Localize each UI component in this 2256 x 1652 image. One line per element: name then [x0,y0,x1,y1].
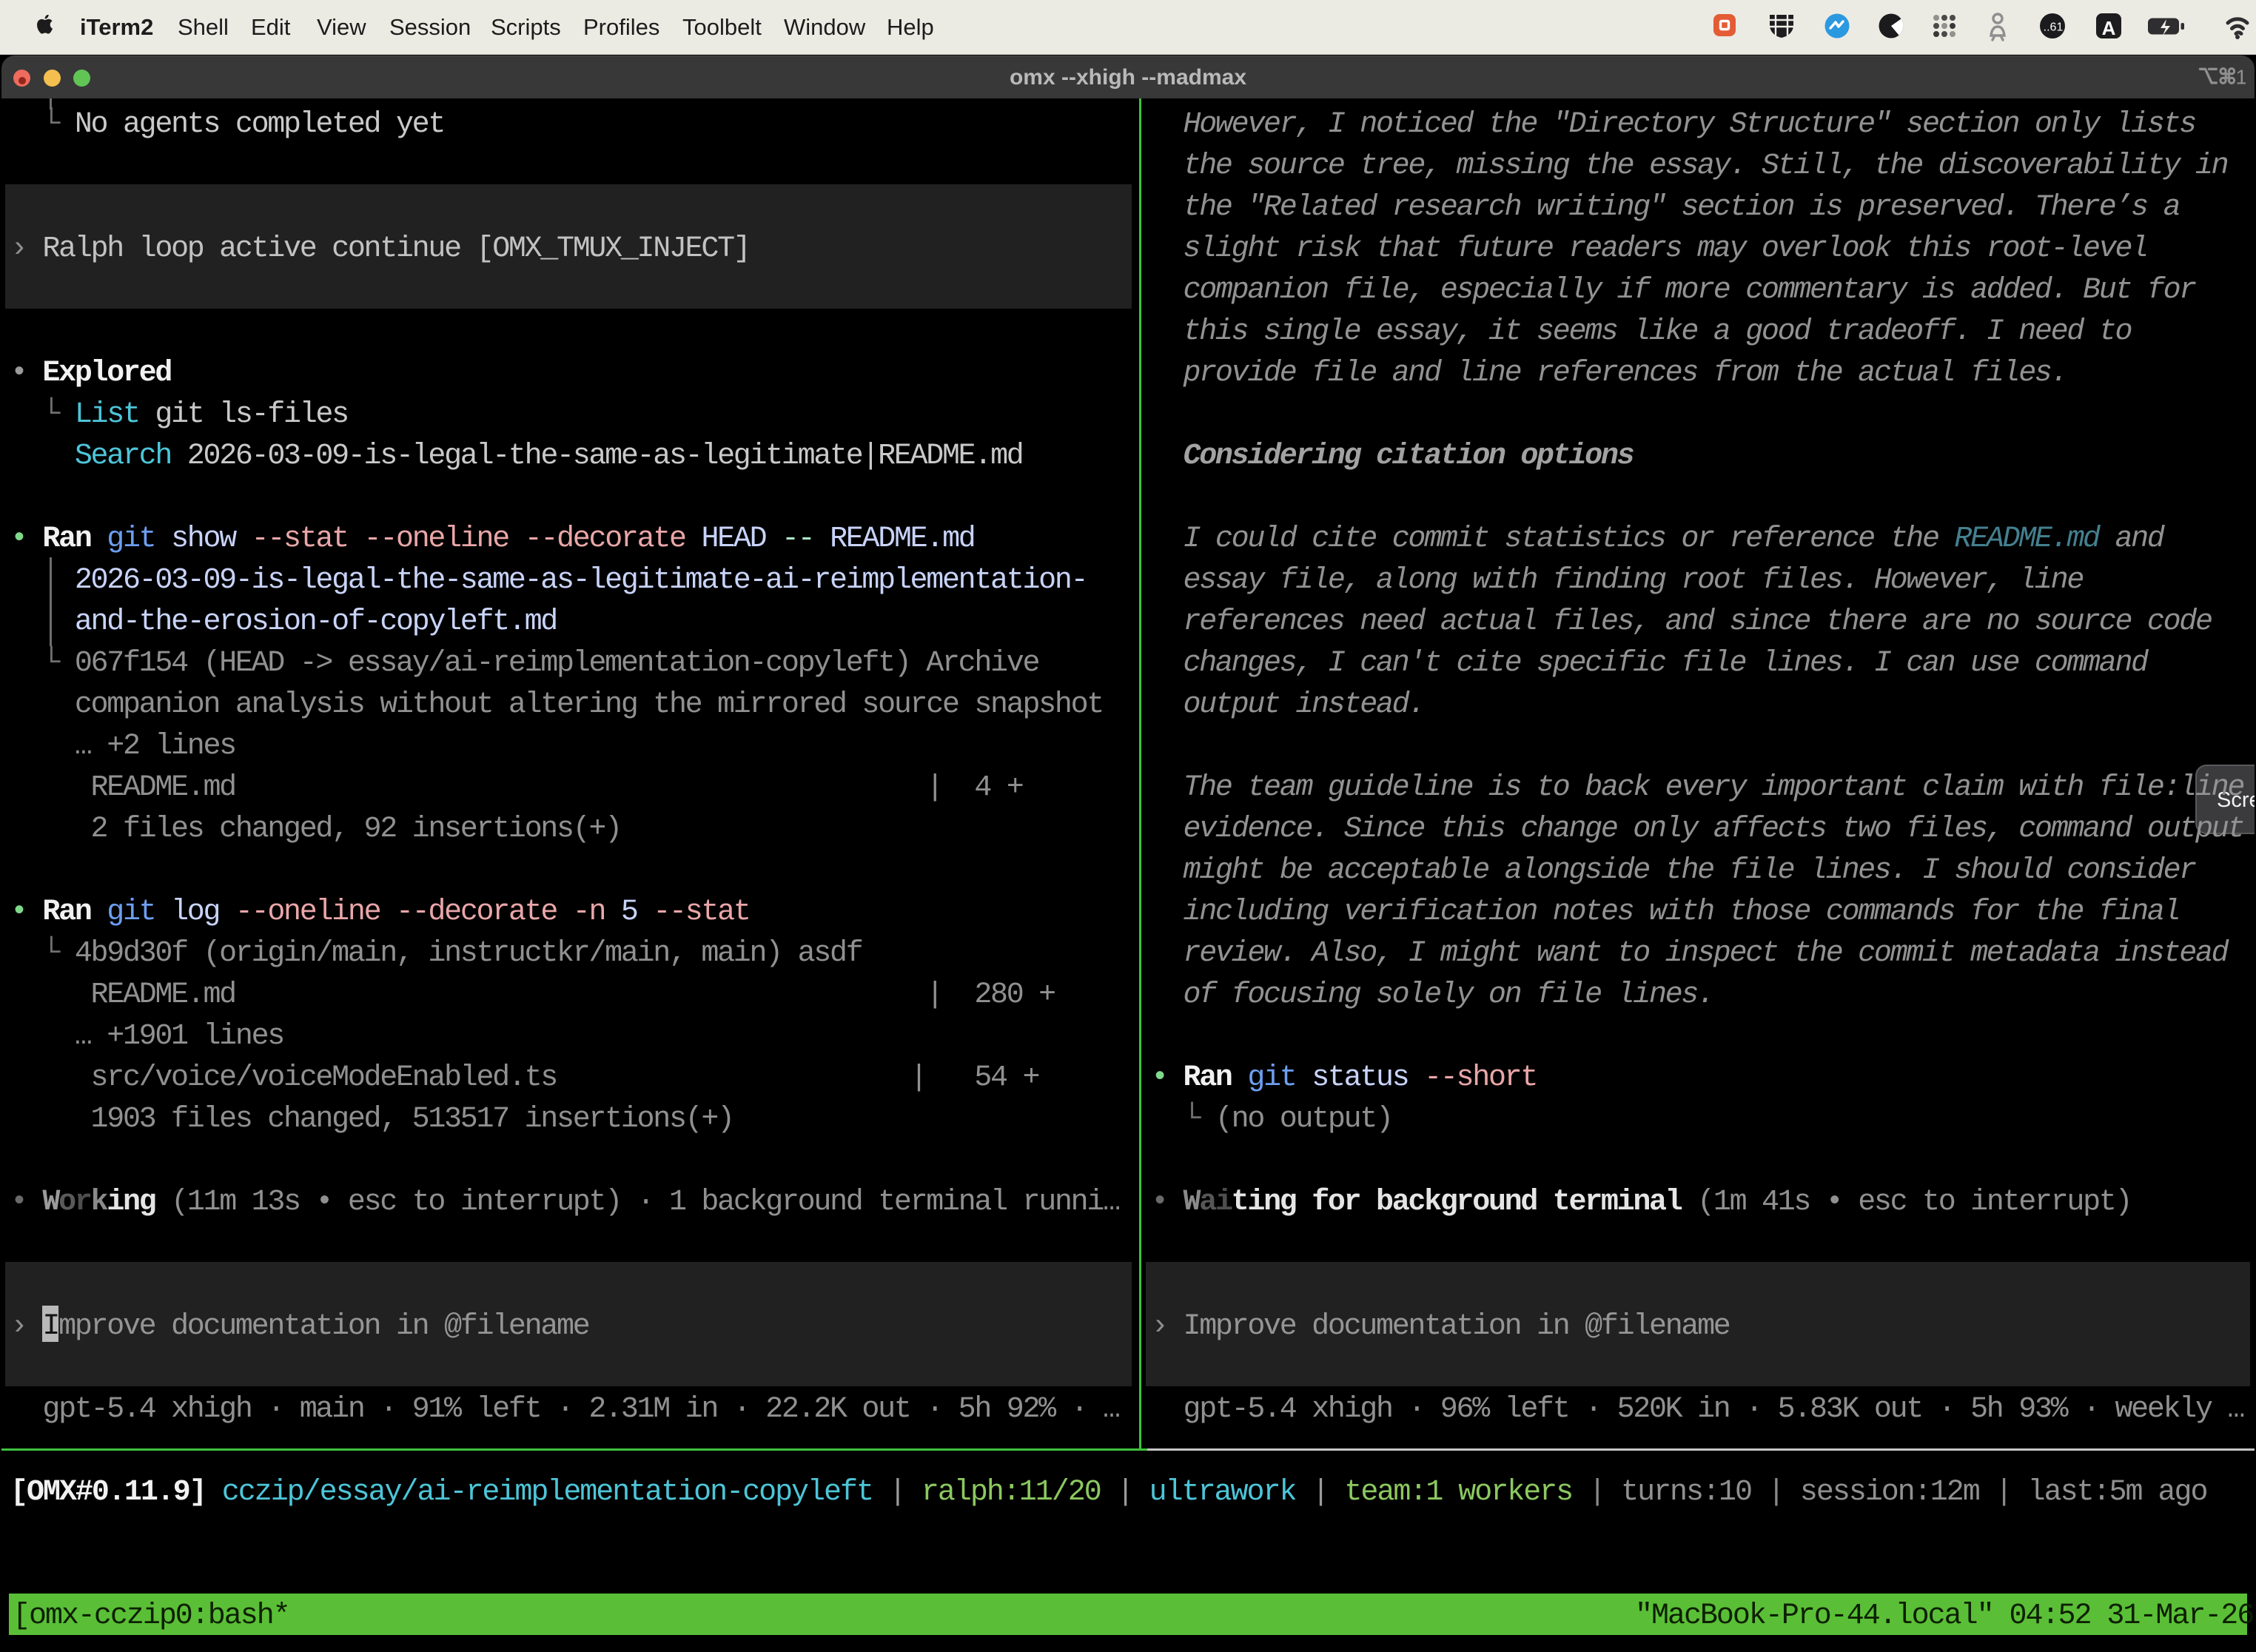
svg-text:1: 1 [2236,67,2246,87]
svg-text:A: A [2102,17,2116,39]
svg-text:..61: ..61 [2044,21,2064,34]
